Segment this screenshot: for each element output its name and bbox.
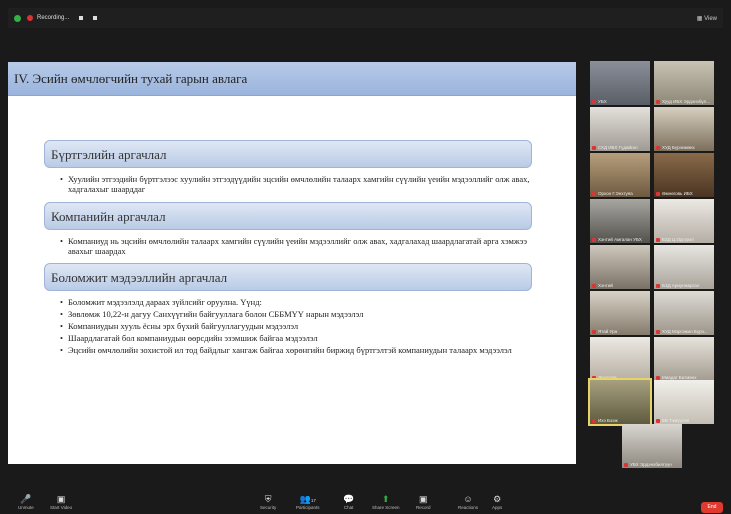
meeting-toolbar: 🎤 Unmute ▣ Start Video ⛨ Security 👥17 Pa… xyxy=(8,492,723,514)
record-dot-icon xyxy=(27,15,33,21)
mic-muted-icon xyxy=(656,145,660,150)
participant-tile[interactable]: СХД ИБХ Гүдайгал xyxy=(590,107,650,151)
record-button[interactable]: ▣ Record xyxy=(416,494,431,510)
mic-muted-icon xyxy=(656,329,660,334)
mic-muted-icon xyxy=(656,237,660,242)
record-icon: ▣ xyxy=(419,494,428,504)
bullet-item: Хуулийн этгээдийн бүртгэлээс хуулийн этг… xyxy=(60,174,540,194)
bullet-item: Шаардлагатай бол компаниудын өөрсдийн эз… xyxy=(60,333,540,343)
slide-title: IV. Эсийн өмчлөгчийн тухай гарын авлага xyxy=(14,71,248,86)
participant-tile[interactable]: Өмнөговь ИБХ xyxy=(654,153,714,197)
stop-recording-icon[interactable] xyxy=(93,16,98,20)
mic-muted-icon xyxy=(656,375,660,380)
participants-count: 17 xyxy=(310,498,316,503)
video-off-icon: ▣ xyxy=(56,494,66,504)
recording-label: Recording... xyxy=(37,15,70,21)
mic-muted-icon xyxy=(656,418,660,423)
mic-muted-icon xyxy=(592,237,596,242)
participant-tile[interactable]: УБХ xyxy=(590,61,650,105)
start-video-button[interactable]: ▣ Start Video xyxy=(50,494,72,510)
reactions-button[interactable]: ☺ Reactions xyxy=(458,494,478,510)
bullet-list-company: Компаниуд нь эцсийн өмчлөлийн талаарх ха… xyxy=(60,236,540,258)
participant-tile[interactable]: ХУД Мэргэжил Бүрэ... xyxy=(654,291,714,335)
mic-muted-icon xyxy=(592,283,596,288)
security-button[interactable]: ⛨ Security xyxy=(260,494,276,510)
shield-icon: ⛨ xyxy=(264,494,272,504)
bullet-item: Компаниудын хууль ёсны эрх бүхий байгуул… xyxy=(60,321,540,331)
share-screen-icon: ⬆ xyxy=(381,494,390,504)
participant-tile[interactable]: Миадаг Батмөнх xyxy=(654,337,714,381)
participant-tile[interactable]: УБХ Эрдэнэбилгүүн xyxy=(622,424,682,468)
participant-tile-active-speaker[interactable]: Ихэ Бээж xyxy=(588,378,652,426)
bullet-item: Эцсийн өмчлөлийн зохистой ил тод байдлыг… xyxy=(60,345,540,355)
end-meeting-button[interactable]: End xyxy=(701,502,723,513)
participants-button[interactable]: 👥17 Participants xyxy=(296,494,320,510)
apps-button[interactable]: ⚙ Apps xyxy=(492,494,502,510)
participant-tile[interactable]: Хууд ИБХ Эрдэнэбүл... xyxy=(654,61,714,105)
mic-muted-icon xyxy=(656,99,660,104)
participant-tile[interactable]: Орхон Г.Энхтуяа xyxy=(590,153,650,197)
mic-muted-icon xyxy=(592,418,596,423)
unmute-button[interactable]: 🎤 Unmute xyxy=(18,494,34,510)
participant-tile[interactable]: Дундговь xyxy=(590,337,650,381)
mic-muted-icon xyxy=(592,375,596,380)
mic-muted-icon xyxy=(592,145,596,150)
mic-muted-icon xyxy=(624,462,628,467)
mic-muted-icon xyxy=(592,99,596,104)
participant-tile[interactable]: Хэнтий Амгалан УБХ xyxy=(590,199,650,243)
bullet-list-available-info: Боломжит мэдээлэлд дараах зүйлсийг оруул… xyxy=(60,297,540,357)
participant-tile[interactable]: Ятай Ура xyxy=(590,291,650,335)
participant-tile[interactable]: Хэнтий xyxy=(590,245,650,289)
participant-tile[interactable]: БЗД Ариунжаргал xyxy=(654,245,714,289)
section-heading-available-info: Боломжит мэдээллийн аргачлал xyxy=(44,263,532,291)
participant-tile[interactable]: ЕБ Тэмүүлэл xyxy=(654,380,714,424)
mic-muted-icon xyxy=(656,283,660,288)
view-button[interactable]: ▦ View xyxy=(697,15,717,22)
reactions-icon: ☺ xyxy=(463,494,473,504)
security-shield-icon[interactable] xyxy=(14,14,21,22)
apps-icon: ⚙ xyxy=(493,494,502,504)
slide-header: IV. Эсийн өмчлөгчийн тухай гарын авлага xyxy=(8,62,576,96)
mic-muted-icon xyxy=(592,191,596,196)
recording-indicator[interactable]: Recording... xyxy=(27,15,98,21)
shared-screen-slide: IV. Эсийн өмчлөгчийн тухай гарын авлага … xyxy=(8,62,576,464)
bullet-list-registry: Хуулийн этгээдийн бүртгэлээс хуулийн этг… xyxy=(60,174,540,196)
mic-muted-icon xyxy=(656,191,660,196)
microphone-muted-icon: 🎤 xyxy=(20,494,32,504)
mic-muted-icon xyxy=(592,329,596,334)
bullet-item: Боломжит мэдээлэлд дараах зүйлсийг оруул… xyxy=(60,297,540,307)
section-heading-company: Компанийн аргачлал xyxy=(44,202,532,230)
zoom-window: Recording... ▦ View IV. Эсийн өмчлөгчийн… xyxy=(0,0,731,514)
grid-icon: ▦ xyxy=(696,15,705,22)
share-screen-button[interactable]: ⬆ Share Screen xyxy=(372,494,400,510)
participant-tile[interactable]: ХУД Бүрэнмөнх xyxy=(654,107,714,151)
chat-button[interactable]: 💬 Chat xyxy=(343,494,354,510)
bullet-item: Зөвлөмж 10,22-н дагуу Санхүүгийн байгуул… xyxy=(60,309,540,319)
pause-recording-icon[interactable] xyxy=(79,16,84,20)
participant-tile[interactable]: БЗД Ц.Одгэрэл xyxy=(654,199,714,243)
chat-bubble-icon: 💬 xyxy=(343,494,355,504)
top-bar: Recording... ▦ View xyxy=(8,8,723,28)
participants-icon: 👥17 xyxy=(299,494,316,504)
section-heading-registry: Бүртгэлийн аргачлал xyxy=(44,140,532,168)
bullet-item: Компаниуд нь эцсийн өмчлөлийн талаарх ха… xyxy=(60,236,540,256)
